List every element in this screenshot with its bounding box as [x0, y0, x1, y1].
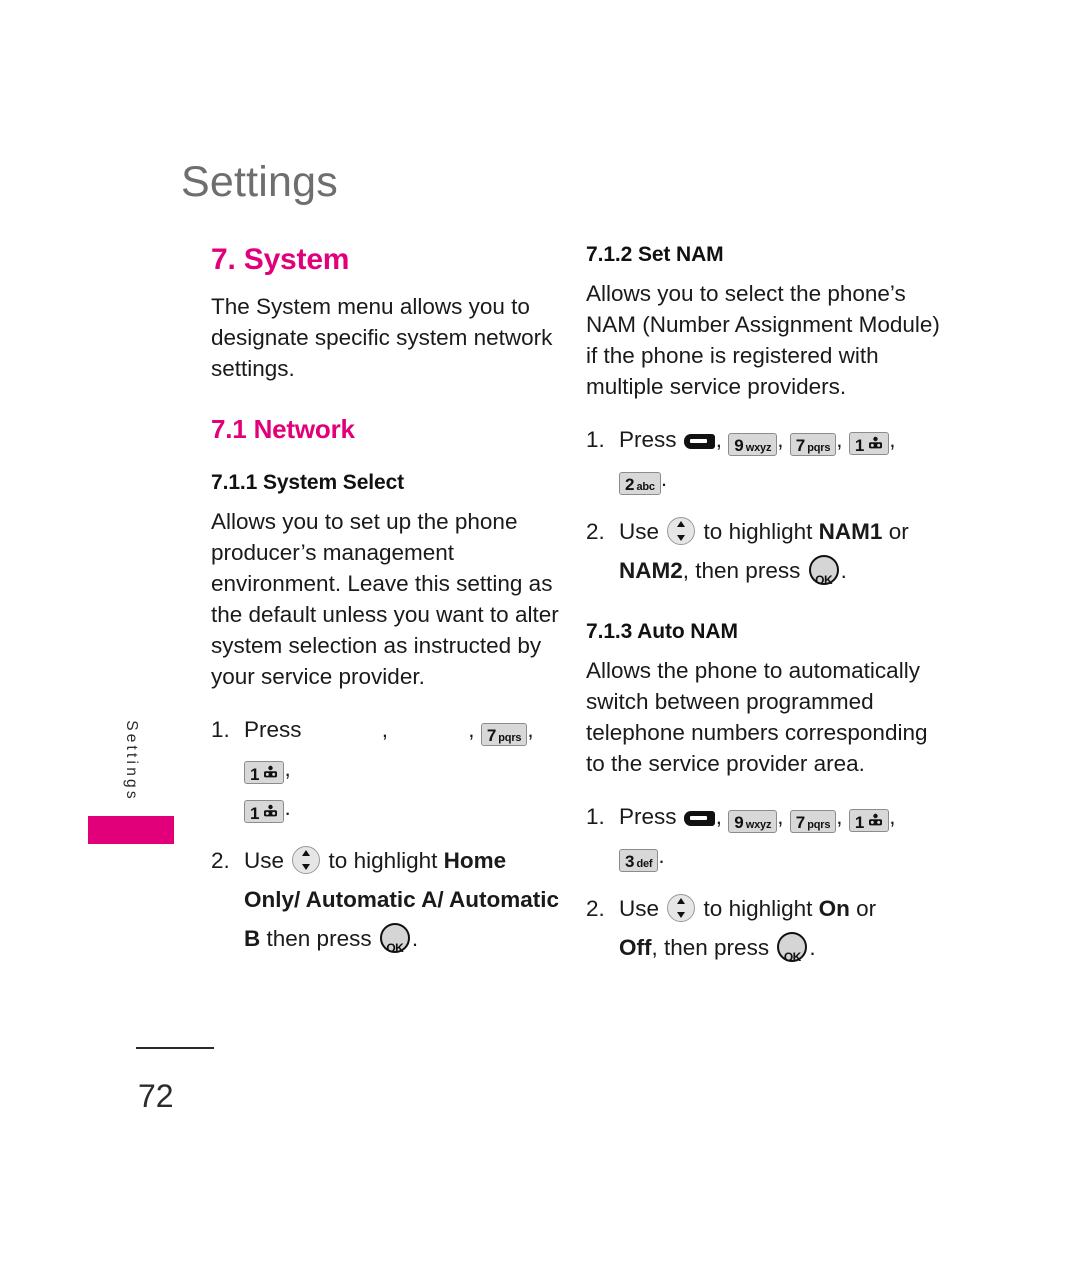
step-item: 2. Use to highlight NAM1 or NAM2, then p…	[586, 512, 941, 590]
key-7-pqrs: 7 pqrs	[480, 723, 528, 746]
voicemail-icon	[868, 434, 883, 449]
step-option-b: NAM2	[619, 558, 683, 583]
key-1-voicemail: 1	[848, 432, 890, 455]
ok-key-icon: OK	[777, 932, 808, 964]
step-terminator: .	[660, 466, 668, 491]
key-3-def: 3 def	[619, 849, 659, 872]
right-column: 7.1.2 Set NAM Allows you to select the p…	[586, 243, 941, 975]
subsection-body-system-select: Allows you to set up the phone producer’…	[211, 509, 559, 689]
step-terminator: .	[658, 843, 665, 868]
step-terminator: .	[840, 558, 847, 583]
step-option-b: Off	[619, 935, 652, 960]
step-option-a: On	[818, 896, 850, 921]
step-number: 2.	[586, 896, 605, 921]
step-text-after: , then press	[682, 558, 801, 583]
step-option-a: NAM1	[818, 519, 883, 544]
step-number: 1.	[586, 804, 605, 829]
step-text-after: , then press	[651, 935, 770, 960]
step-conjunction: or	[888, 519, 909, 544]
side-tab-label: Settings	[123, 720, 140, 802]
step-terminator: .	[411, 926, 419, 951]
subsection-heading-system-select: 7.1.1 System Select	[211, 471, 405, 494]
voicemail-icon	[868, 811, 883, 826]
chapter-intro: The System menu allows you to designate …	[211, 294, 553, 381]
step-number: 2.	[211, 848, 230, 873]
navigation-key-icon	[667, 517, 696, 545]
step-item: 1. Press , , 7 pqrs, 1, 1.	[211, 710, 566, 827]
menu-key-icon	[683, 434, 715, 449]
subsection-heading-set-nam: 7.1.2 Set NAM	[586, 243, 724, 266]
subsection-body-set-nam: Allows you to select the phone’s NAM (Nu…	[586, 281, 940, 399]
key-1-voicemail: 1	[848, 809, 890, 832]
step-number: 1.	[211, 717, 230, 742]
step-verb: Use	[619, 519, 660, 544]
step-item: 2. Use to highlight On or Off, then pres…	[586, 889, 941, 967]
menu-key-icon	[683, 811, 715, 826]
footer-rule	[136, 1047, 214, 1049]
key-1-voicemail: 1	[244, 761, 285, 784]
step-conjunction: or	[856, 896, 877, 921]
subsection-body-auto-nam: Allows the phone to automatically switch…	[586, 658, 928, 776]
page-number: 72	[138, 1078, 174, 1114]
step-number: 1.	[586, 427, 605, 452]
step-verb: Press	[244, 717, 302, 742]
key-7-pqrs: 7 pqrs	[789, 433, 837, 456]
key-1-voicemail: 1	[244, 800, 285, 823]
step-item: 1. Press , 9 wxyz, 7 pqrs, 1, 2 abc.	[586, 420, 941, 498]
voicemail-icon	[263, 802, 278, 817]
side-tab-accent-block	[88, 816, 174, 844]
step-terminator: .	[809, 935, 816, 960]
step-verb: Press	[619, 427, 677, 452]
step-verb: Use	[619, 896, 660, 921]
step-text-before: to highlight	[703, 896, 813, 921]
running-head: Settings	[181, 158, 338, 206]
ok-key-icon: OK	[808, 555, 839, 587]
step-text-after: then press	[266, 926, 372, 951]
left-column: 7. System The System menu allows you to …	[211, 243, 566, 966]
ok-key-icon: OK	[379, 923, 410, 955]
step-verb: Use	[244, 848, 285, 873]
key-2-abc: 2 abc	[619, 472, 661, 495]
step-text-before: to highlight	[328, 848, 438, 873]
section-heading: 7.1 Network	[211, 414, 355, 444]
key-9-wxyz: 9 wxyz	[728, 810, 778, 833]
step-terminator: .	[284, 795, 291, 820]
key-7-pqrs: 7 pqrs	[789, 810, 837, 833]
voicemail-icon	[263, 763, 278, 778]
step-text-before: to highlight	[703, 519, 813, 544]
navigation-key-icon	[292, 846, 321, 874]
chapter-heading: 7. System	[211, 243, 350, 276]
missing-key-icon	[424, 723, 468, 741]
step-item: 2. Use to highlight Home Only/ Automatic…	[211, 841, 566, 958]
step-item: 1. Press , 9 wxyz, 7 pqrs, 1, 3 def.	[586, 797, 941, 875]
step-verb: Press	[619, 804, 677, 829]
navigation-key-icon	[667, 894, 696, 922]
key-9-wxyz: 9 wxyz	[728, 433, 778, 456]
missing-key-icon	[338, 723, 382, 741]
step-number: 2.	[586, 519, 605, 544]
subsection-heading-auto-nam: 7.1.3 Auto NAM	[586, 620, 738, 643]
